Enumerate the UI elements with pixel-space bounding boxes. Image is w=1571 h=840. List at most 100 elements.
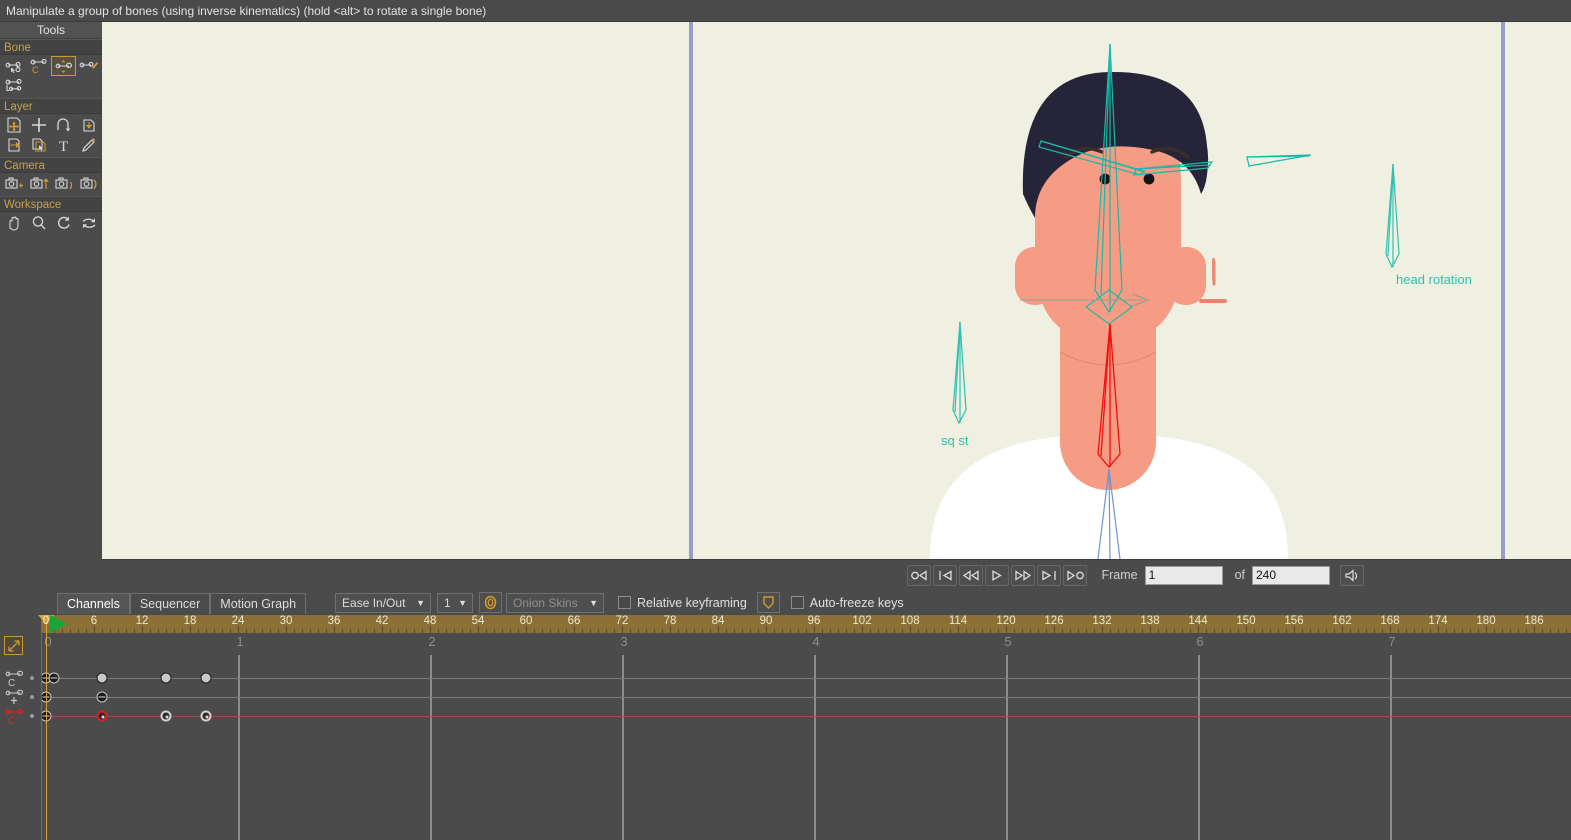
- bone-selected-channel-icon[interactable]: C: [4, 707, 28, 730]
- keyframe-shield-icon[interactable]: [756, 592, 780, 613]
- bone-offset-icon[interactable]: [1, 76, 26, 96]
- speaker-icon[interactable]: [1340, 564, 1364, 586]
- ruler-label: 180: [1476, 615, 1496, 627]
- keyframe[interactable]: [48, 672, 60, 684]
- step-forward-button[interactable]: [1011, 564, 1036, 586]
- camera-roll-icon[interactable]: [51, 174, 76, 194]
- onion-skin-toggle-icon[interactable]: [479, 592, 503, 613]
- play-to-end-button[interactable]: [1063, 564, 1088, 586]
- onion-skins-dropdown[interactable]: Onion Skins ▼: [506, 592, 605, 613]
- auto-freeze-label: Auto-freeze keys: [809, 595, 904, 610]
- group-header-camera: Camera: [0, 157, 102, 173]
- channel-track[interactable]: [42, 678, 1571, 679]
- layer-add-point-icon[interactable]: [26, 115, 51, 135]
- layer-duplicate-icon[interactable]: [26, 135, 51, 155]
- sq-st-handle-bone: [952, 321, 967, 425]
- keyframe[interactable]: [96, 691, 108, 703]
- camera-tool-grid: [0, 173, 102, 196]
- ruler-label: 90: [759, 615, 773, 627]
- keyframe[interactable]: [96, 710, 108, 722]
- tab-motion-graph[interactable]: Motion Graph: [210, 592, 307, 614]
- tab-channels[interactable]: Channels: [57, 592, 130, 614]
- bone-reparent-icon[interactable]: C: [26, 56, 51, 76]
- channel-dot-1[interactable]: [30, 676, 34, 680]
- text-tool-icon[interactable]: T: [51, 135, 76, 155]
- channel-dot-2[interactable]: [30, 695, 34, 699]
- second-label: 2: [428, 634, 436, 649]
- timeline-grid[interactable]: 01234567: [42, 633, 1571, 840]
- layer-transform-icon[interactable]: [1, 115, 26, 135]
- rotate-workspace-icon[interactable]: [51, 213, 76, 233]
- character-artwork: [930, 43, 1400, 559]
- timeline-body[interactable]: C C 01234567: [0, 633, 1571, 840]
- step-back-button[interactable]: [959, 564, 984, 586]
- bone-select-icon[interactable]: [1, 56, 26, 76]
- play-backwards-button[interactable]: [907, 564, 932, 586]
- keyframe[interactable]: [200, 710, 212, 722]
- ruler-tick: [1342, 626, 1343, 633]
- ruler-tick: [190, 626, 191, 633]
- ruler-tick: [766, 626, 767, 633]
- total-frames-input[interactable]: [1252, 565, 1330, 585]
- playhead-triangle[interactable]: [50, 615, 67, 633]
- camera-zoom-icon[interactable]: [26, 174, 51, 194]
- layer-shape-icon[interactable]: [76, 115, 101, 135]
- expand-channels-icon[interactable]: [4, 636, 23, 655]
- auto-freeze-checkbox[interactable]: [790, 596, 804, 609]
- second-label: 7: [1388, 634, 1396, 649]
- playback-bar: Frame of: [102, 559, 1571, 590]
- second-label: 5: [1004, 634, 1012, 649]
- second-label: 3: [620, 634, 628, 649]
- interpolation-value: Ease In/Out: [342, 595, 406, 610]
- ruler-label: 72: [615, 615, 629, 627]
- timeline-ruler[interactable]: 0 6 12 18 24 30 36 42 48 54 60 66 72 78 84 90 96 102 108 11…: [41, 615, 1571, 633]
- bone-manipulate-icon[interactable]: [51, 56, 76, 76]
- ruler-label: 54: [471, 615, 485, 627]
- frame-input[interactable]: [1144, 565, 1223, 585]
- ruler-label: 12: [135, 615, 149, 627]
- go-to-end-button[interactable]: [1037, 564, 1062, 586]
- interp-steps-dropdown[interactable]: 1 ▼: [437, 592, 474, 613]
- frame-label: Frame: [1101, 568, 1138, 582]
- channel-track[interactable]: [42, 716, 1571, 717]
- camera-pan-tilt-icon[interactable]: [76, 174, 101, 194]
- hand-pan-icon[interactable]: [1, 213, 26, 233]
- channel-dot-3[interactable]: [30, 714, 34, 718]
- second-gridline: [622, 655, 624, 840]
- ruler-label: 96: [807, 615, 821, 627]
- status-bar-text: Manipulate a group of bones (using inver…: [6, 3, 487, 18]
- play-button[interactable]: [985, 564, 1010, 586]
- chevron-down-icon: ▼: [416, 597, 426, 608]
- keyframe[interactable]: [200, 672, 212, 684]
- interpolation-dropdown[interactable]: Ease In/Out ▼: [335, 592, 432, 613]
- camera-track-icon[interactable]: [1, 174, 26, 194]
- channel-track[interactable]: [42, 697, 1571, 698]
- ruler-tick: [1390, 626, 1391, 633]
- auto-freeze-group[interactable]: Auto-freeze keys: [790, 595, 904, 610]
- ruler-label: 24: [231, 615, 245, 627]
- animation-canvas[interactable]: head rotation sq st: [102, 22, 1571, 559]
- workspace-tool-grid: [0, 212, 102, 235]
- go-to-start-button[interactable]: [933, 564, 958, 586]
- ruler-tick: [1006, 626, 1007, 633]
- keyframe[interactable]: [160, 710, 172, 722]
- ruler-tick: [334, 626, 335, 633]
- relative-keyframing-checkbox[interactable]: [618, 596, 632, 609]
- ruler-label: 42: [375, 615, 389, 627]
- keyframe[interactable]: [160, 672, 172, 684]
- ruler-tick: [1054, 626, 1055, 633]
- keyframe[interactable]: [96, 672, 108, 684]
- magnifier-zoom-icon[interactable]: [26, 213, 51, 233]
- eyedropper-icon[interactable]: [76, 135, 101, 155]
- bone-add-icon[interactable]: [76, 56, 101, 76]
- relative-keyframing-group[interactable]: Relative keyframing: [618, 596, 747, 610]
- ruler-tick: [1438, 626, 1439, 633]
- layer-translate-icon[interactable]: [1, 135, 26, 155]
- ruler-label: 66: [567, 615, 581, 627]
- status-bar: Manipulate a group of bones (using inver…: [0, 0, 1571, 22]
- ruler-label: 108: [900, 615, 920, 627]
- layer-curve-icon[interactable]: [51, 115, 76, 135]
- reset-workspace-icon[interactable]: [76, 213, 101, 233]
- tab-sequencer[interactable]: Sequencer: [129, 592, 211, 614]
- group-header-bone: Bone: [0, 39, 102, 55]
